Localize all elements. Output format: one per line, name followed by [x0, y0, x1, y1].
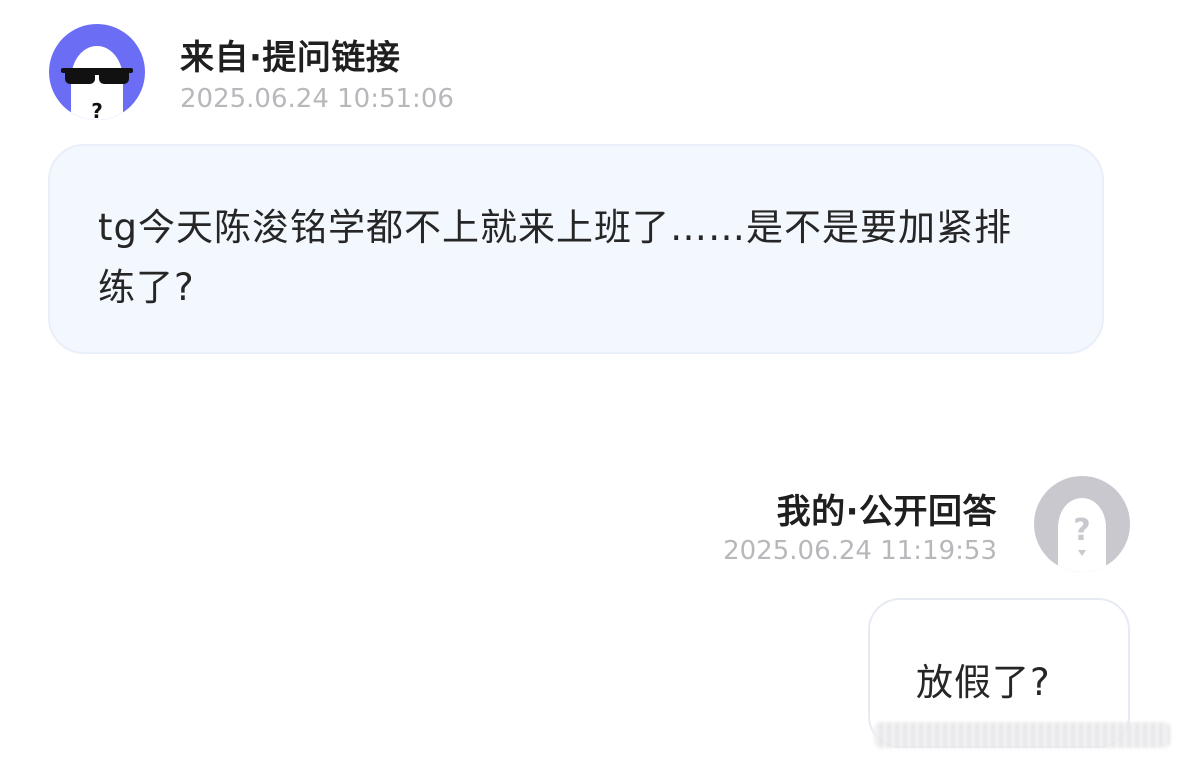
- answerer-avatar[interactable]: ?: [1034, 476, 1130, 572]
- asker-source-label: 来自·提问链接: [180, 38, 401, 78]
- question-bubble: tg今天陈浚铭学都不上就来上班了……是不是要加紧排练了?: [48, 144, 1104, 354]
- svg-text:?: ?: [1073, 513, 1090, 548]
- answer-text: 放假了?: [916, 661, 1051, 704]
- answer-source-label: 我的·公开回答: [776, 492, 997, 532]
- answer-timestamp: 2025.06.24 11:19:53: [723, 536, 997, 566]
- question-timestamp: 2025.06.24 10:51:06: [180, 84, 454, 114]
- question-text: tg今天陈浚铭学都不上就来上班了……是不是要加紧排练了?: [98, 206, 1012, 309]
- asker-avatar[interactable]: ?: [49, 24, 145, 120]
- question-mark-ghost-icon: ?: [1058, 498, 1106, 572]
- sunglasses-ghost-icon: ?: [61, 46, 133, 120]
- qa-screen: ? 来自·提问链接 2025.06.24 10:51:06 tg今天陈浚铭学都不…: [0, 0, 1179, 765]
- watermark-overlay: [874, 722, 1170, 748]
- svg-text:?: ?: [91, 99, 103, 120]
